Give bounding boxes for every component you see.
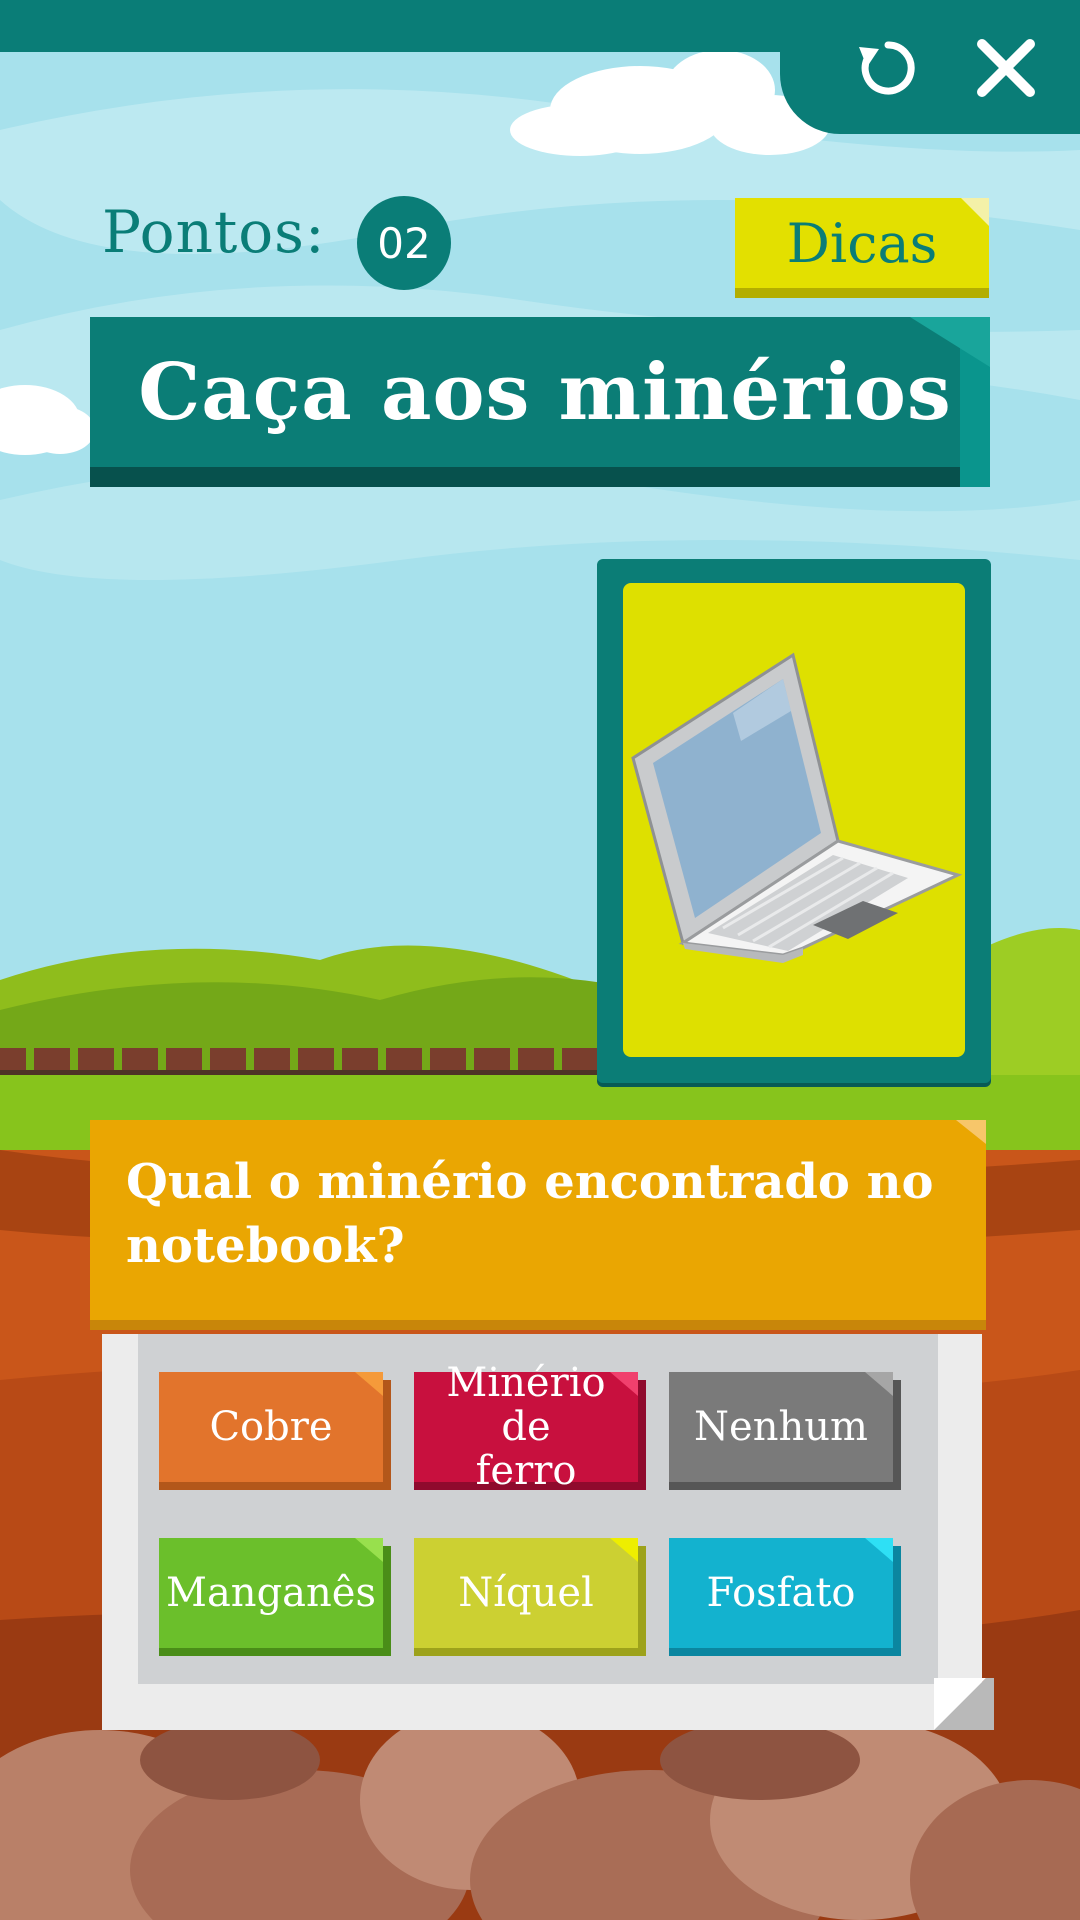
answer-label: Nenhum: [694, 1404, 868, 1450]
hints-button[interactable]: Dicas: [735, 198, 989, 288]
question-panel: Qual o minério encontrado no notebook?: [90, 1120, 986, 1320]
laptop-icon: [631, 652, 963, 963]
close-icon[interactable]: [966, 28, 1046, 108]
answer-label: Fosfato: [706, 1570, 856, 1616]
item-card-face: [623, 583, 965, 1057]
answer-button-fosfato[interactable]: Fosfato: [669, 1538, 893, 1648]
top-controls: [780, 0, 1080, 134]
page-title: Caça aos minérios: [138, 346, 952, 438]
page-fold-icon: [934, 1678, 994, 1730]
answer-label: Manganês: [166, 1570, 376, 1616]
question-text: Qual o minério encontrado no notebook?: [126, 1154, 934, 1274]
score-label: Pontos:: [102, 198, 326, 266]
item-card: [597, 559, 991, 1083]
answer-label: Níquel: [458, 1570, 594, 1616]
answer-label: Minério de ferro: [446, 1360, 606, 1494]
game-title-banner: Caça aos minérios: [90, 317, 990, 487]
answer-button-cobre[interactable]: Cobre: [159, 1372, 383, 1482]
answer-button-minerio-de-ferro[interactable]: Minério de ferro: [414, 1361, 638, 1493]
answer-button-manganes[interactable]: Manganês: [159, 1538, 383, 1648]
answer-button-niquel[interactable]: Níquel: [414, 1538, 638, 1648]
score-value: 02: [357, 196, 451, 290]
answer-label: Cobre: [209, 1404, 333, 1450]
reload-icon[interactable]: [848, 28, 928, 108]
answer-button-nenhum[interactable]: Nenhum: [669, 1372, 893, 1482]
